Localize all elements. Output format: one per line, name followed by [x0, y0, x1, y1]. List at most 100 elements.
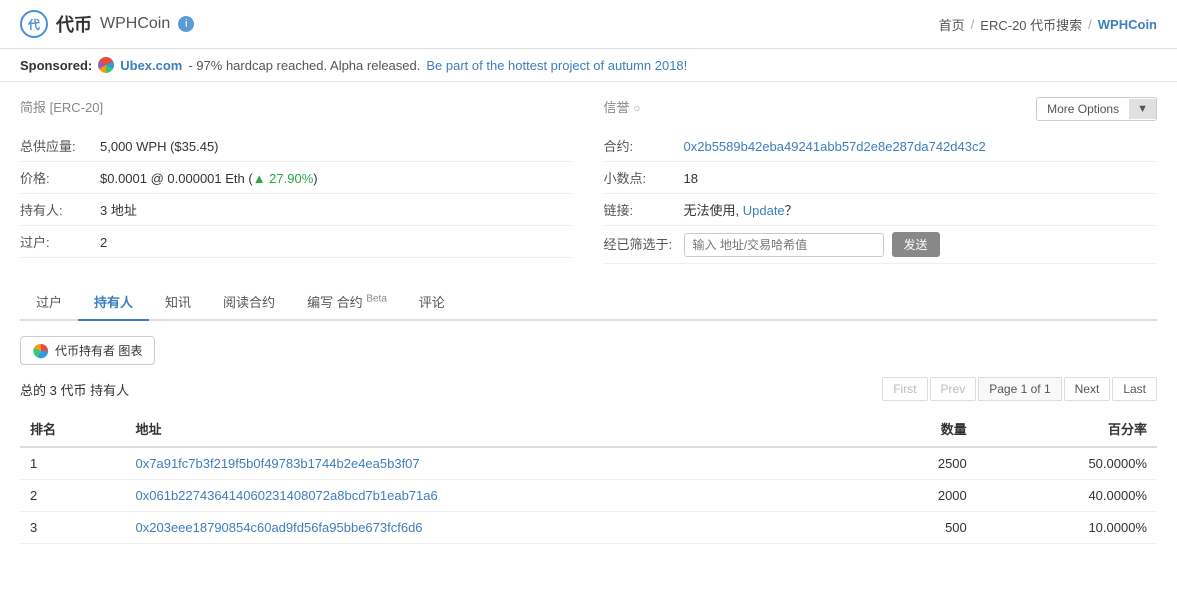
- svg-text:代: 代: [27, 17, 40, 32]
- address-link[interactable]: 0x7a91fc7b3f219f5b0f49783b1744b2e4ea5b3f…: [136, 456, 420, 471]
- last-page-button[interactable]: Last: [1112, 377, 1157, 401]
- address-link[interactable]: 0x203eee18790854c60ad9fd56fa95bbe673fcf6…: [136, 520, 423, 535]
- holders-row: 持有人: 3 地址: [20, 194, 574, 226]
- table-body: 1 0x7a91fc7b3f219f5b0f49783b1744b2e4ea5b…: [20, 447, 1157, 544]
- cell-address: 0x203eee18790854c60ad9fd56fa95bbe673fcf6…: [126, 512, 865, 544]
- price-change: ▲ 27.90%: [253, 171, 314, 186]
- tab-write-contract[interactable]: 编写 合约 Beta: [291, 284, 403, 321]
- chart-button-label: 代币持有者 图表: [55, 342, 142, 359]
- left-panel: 简报 [ERC-20] 总供应量: 5,000 WPH ($35.45) 价格:…: [20, 97, 574, 264]
- sponsored-bar: Sponsored: Ubex.com - 97% hardcap reache…: [0, 49, 1177, 82]
- supply-row: 总供应量: 5,000 WPH ($35.45): [20, 130, 574, 162]
- holders-section: 代币持有者 图表 总的 3 代币 持有人 First Prev Page 1 o…: [20, 336, 1157, 544]
- header: 代 代币 WPHCoin i 首页 / ERC-20 代币搜索 / WPHCoi…: [0, 0, 1177, 49]
- update-link[interactable]: Update: [743, 203, 785, 218]
- page-info: Page 1 of 1: [978, 377, 1061, 401]
- decimals-row: 小数点: 18: [604, 162, 1158, 194]
- website-label: 链接:: [604, 200, 684, 219]
- nav-sep1: /: [971, 17, 975, 32]
- cell-rank: 2: [20, 480, 126, 512]
- website-row: 链接: 无法使用, Update？: [604, 194, 1158, 226]
- sponsored-cta[interactable]: Be part of the hottest project of autumn…: [426, 58, 687, 73]
- tabs-bar: 过户 持有人 知讯 阅读合约 编写 合约 Beta 评论: [20, 284, 1157, 321]
- tab-holders[interactable]: 持有人: [78, 284, 149, 321]
- more-options-label: More Options: [1037, 98, 1129, 120]
- contract-link[interactable]: 0x2b5589b42eba49241abb57d2e8e287da742d43…: [684, 139, 986, 154]
- ubex-logo-icon: [98, 57, 114, 73]
- supply-value: 5,000 WPH ($35.45): [100, 139, 219, 154]
- transfers-label: 过户:: [20, 232, 100, 251]
- price-value: $0.0001 @ 0.000001 Eth (▲ 27.90%): [100, 171, 318, 186]
- contract-value: 0x2b5589b42eba49241abb57d2e8e287da742d43…: [684, 139, 986, 154]
- tab-comments[interactable]: 评论: [403, 284, 461, 321]
- main-content: 简报 [ERC-20] 总供应量: 5,000 WPH ($35.45) 价格:…: [0, 82, 1177, 559]
- price-row: 价格: $0.0001 @ 0.000001 Eth (▲ 27.90%): [20, 162, 574, 194]
- filter-input[interactable]: [684, 233, 884, 257]
- contract-label: 合约:: [604, 136, 684, 155]
- cell-amount: 2000: [865, 480, 977, 512]
- header-nav: 首页 / ERC-20 代币搜索 / WPHCoin: [939, 15, 1157, 34]
- address-link[interactable]: 0x061b227436414060231408072a8bcd7b1eab71…: [136, 488, 438, 503]
- decimals-value: 18: [684, 171, 698, 186]
- app-name: WPHCoin: [100, 15, 170, 33]
- nav-current[interactable]: WPHCoin: [1098, 17, 1157, 32]
- table-row: 1 0x7a91fc7b3f219f5b0f49783b1744b2e4ea5b…: [20, 447, 1157, 480]
- tab-info[interactable]: 知讯: [149, 284, 207, 321]
- cell-percent: 40.0000%: [977, 480, 1157, 512]
- nav-sep2: /: [1088, 17, 1092, 32]
- first-page-button[interactable]: First: [882, 377, 927, 401]
- header-left: 代 代币 WPHCoin i: [20, 10, 194, 38]
- filter-row: 经已筛选于: 发送: [604, 226, 1158, 264]
- more-options-button[interactable]: More Options ▼: [1036, 97, 1157, 121]
- sponsored-desc: - 97% hardcap reached. Alpha released.: [188, 58, 420, 73]
- sponsored-site[interactable]: Ubex.com: [120, 58, 182, 73]
- cell-address: 0x7a91fc7b3f219f5b0f49783b1744b2e4ea5b3f…: [126, 447, 865, 480]
- col-rank: 排名: [20, 411, 126, 447]
- prev-page-button[interactable]: Prev: [930, 377, 977, 401]
- nav-home[interactable]: 首页: [939, 15, 965, 34]
- info-grid: 简报 [ERC-20] 总供应量: 5,000 WPH ($35.45) 价格:…: [20, 97, 1157, 264]
- table-row: 3 0x203eee18790854c60ad9fd56fa95bbe673fc…: [20, 512, 1157, 544]
- website-value: 无法使用, Update？: [684, 200, 798, 219]
- cell-address: 0x061b227436414060231408072a8bcd7b1eab71…: [126, 480, 865, 512]
- cell-rank: 3: [20, 512, 126, 544]
- more-options-arrow-icon: ▼: [1129, 99, 1156, 119]
- holders-value: 3 地址: [100, 200, 137, 219]
- info-icon[interactable]: i: [178, 16, 194, 32]
- left-section-title: 简报 [ERC-20]: [20, 97, 574, 120]
- logo-icon: 代: [20, 10, 48, 38]
- pie-chart-icon: [33, 343, 49, 359]
- pagination-controls: First Prev Page 1 of 1 Next Last: [882, 377, 1157, 401]
- beta-badge: Beta: [366, 294, 387, 305]
- next-page-button[interactable]: Next: [1064, 377, 1111, 401]
- cell-percent: 10.0000%: [977, 512, 1157, 544]
- pagination-row: 总的 3 代币 持有人 First Prev Page 1 of 1 Next …: [20, 377, 1157, 401]
- col-amount: 数量: [865, 411, 977, 447]
- cell-amount: 500: [865, 512, 977, 544]
- table-header: 排名 地址 数量 百分率: [20, 411, 1157, 447]
- transfers-row: 过户: 2: [20, 226, 574, 258]
- holders-table: 排名 地址 数量 百分率 1 0x7a91fc7b3f219f5b0f49783…: [20, 411, 1157, 544]
- transfers-value: 2: [100, 235, 107, 250]
- cell-amount: 2500: [865, 447, 977, 480]
- supply-label: 总供应量:: [20, 136, 100, 155]
- logo-text: 代币: [56, 11, 92, 37]
- nav-erc20[interactable]: ERC-20 代币搜索: [980, 15, 1082, 34]
- col-percent: 百分率: [977, 411, 1157, 447]
- price-label: 价格:: [20, 168, 100, 187]
- table-row: 2 0x061b227436414060231408072a8bcd7b1eab…: [20, 480, 1157, 512]
- filter-submit-button[interactable]: 发送: [892, 232, 940, 257]
- filter-label: 经已筛选于:: [604, 234, 684, 253]
- chart-button[interactable]: 代币持有者 图表: [20, 336, 155, 365]
- cell-percent: 50.0000%: [977, 447, 1157, 480]
- tab-read-contract[interactable]: 阅读合约: [207, 284, 291, 321]
- contract-row: 合约: 0x2b5589b42eba49241abb57d2e8e287da74…: [604, 130, 1158, 162]
- cell-rank: 1: [20, 447, 126, 480]
- tab-transfers[interactable]: 过户: [20, 284, 78, 321]
- decimals-label: 小数点:: [604, 168, 684, 187]
- col-address: 地址: [126, 411, 865, 447]
- filter-controls: 发送: [684, 232, 940, 257]
- holders-label: 持有人:: [20, 200, 100, 219]
- right-panel: 信誉 ○ More Options ▼ 合约: 0x2b5589b42eba49…: [604, 97, 1158, 264]
- holders-count: 总的 3 代币 持有人: [20, 380, 129, 399]
